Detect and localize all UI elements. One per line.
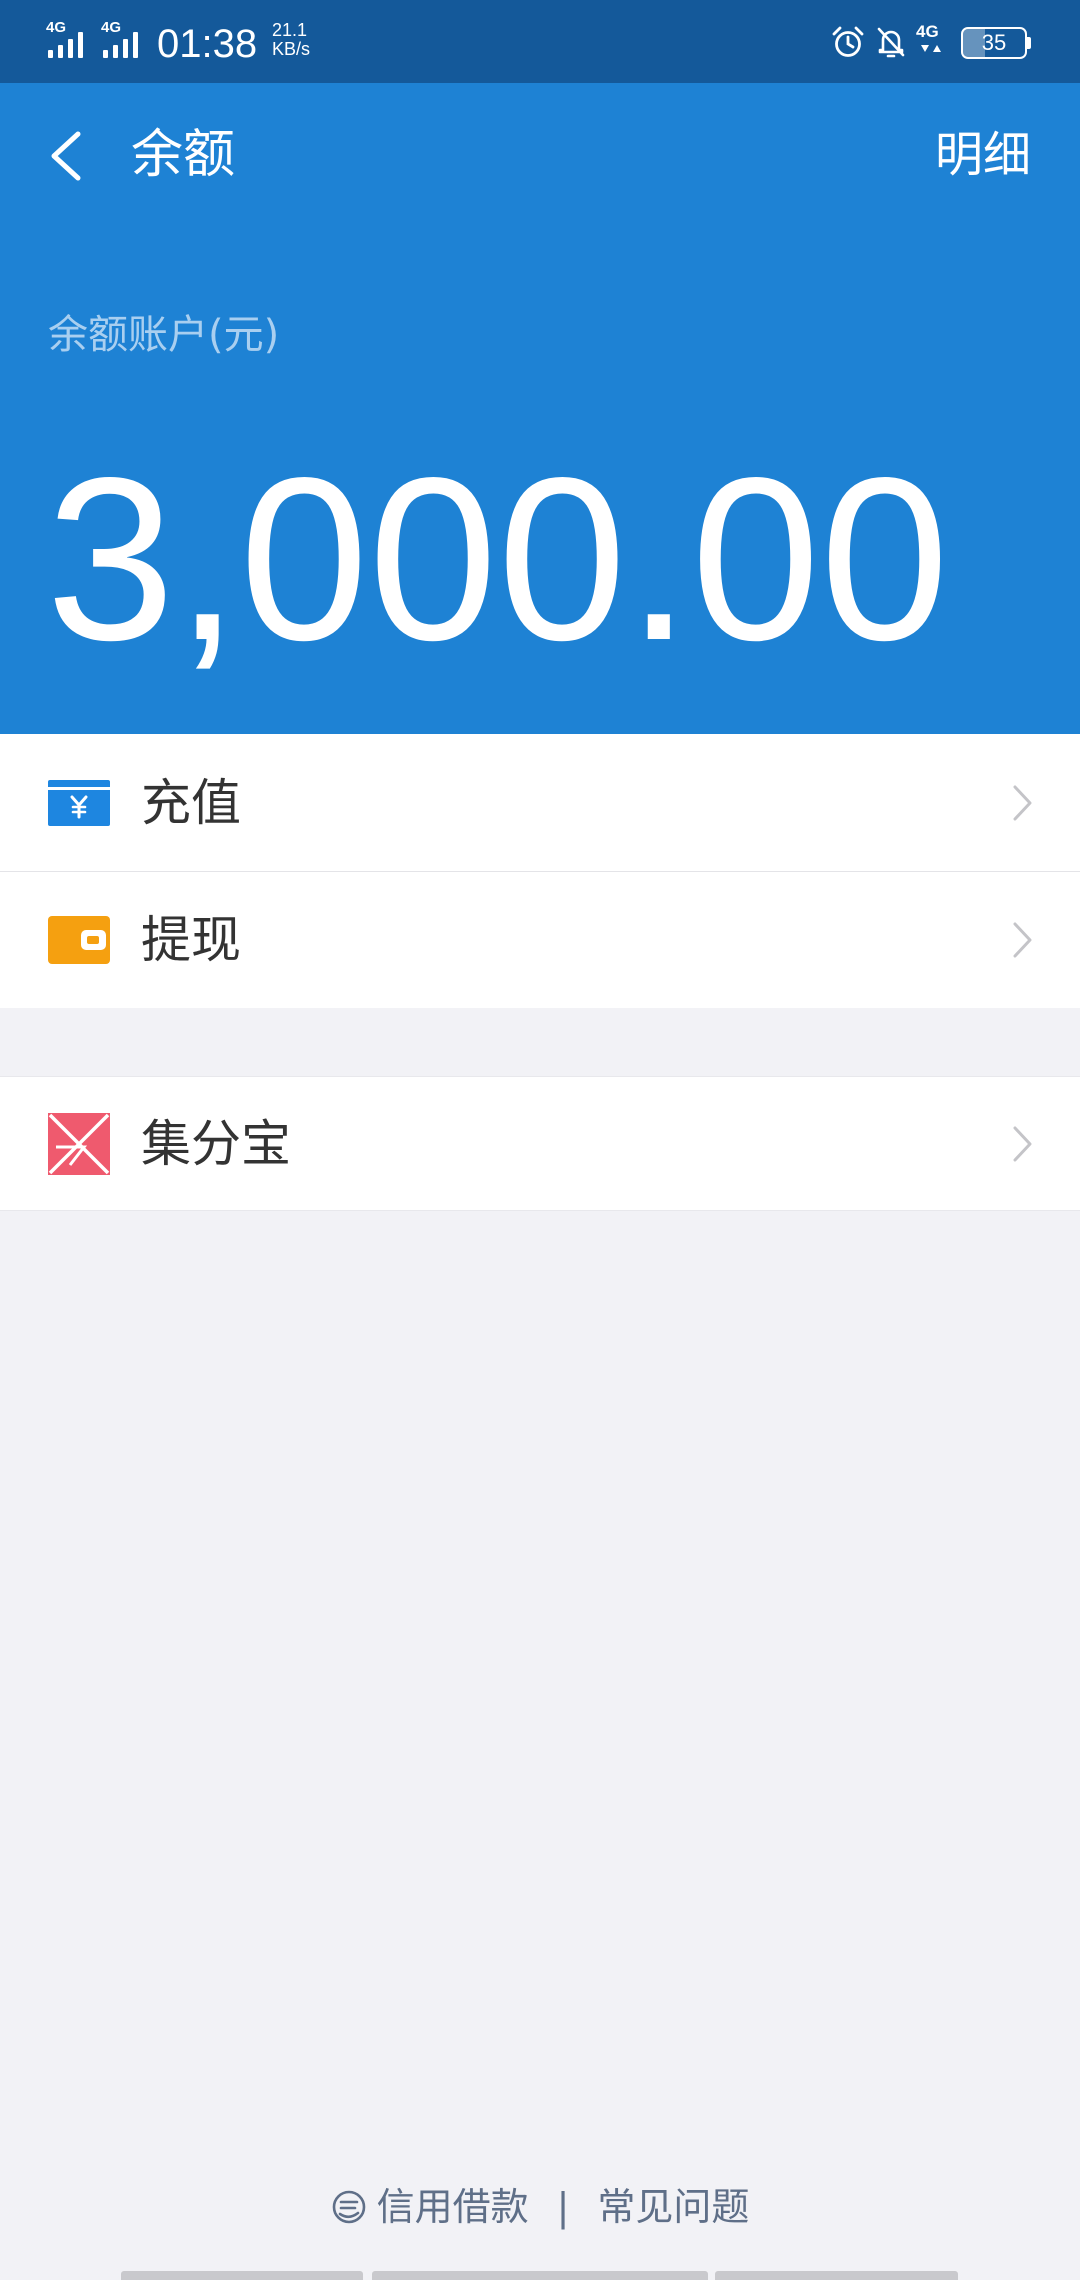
- footer-links: 信用借款 | 常见问题: [0, 2185, 1080, 2229]
- menu-item-label: 提现: [141, 911, 241, 969]
- faq-link[interactable]: 常见问题: [597, 2185, 749, 2229]
- wallet-icon: [48, 916, 110, 964]
- jifenbao-icon: [48, 1112, 110, 1175]
- bottom-panel-edge: [121, 2271, 363, 2280]
- menu-group-funds: 充值 提现: [0, 734, 1080, 1008]
- network-speed: 21.1 KB/s: [272, 21, 310, 59]
- chevron-right-icon: [1010, 920, 1034, 960]
- menu-item-label: 充值: [141, 773, 241, 832]
- battery-level: 35: [981, 30, 1007, 55]
- footer-separator: |: [556, 2185, 570, 2229]
- alarm-icon: [830, 24, 866, 60]
- menu-item-label: 集分宝: [141, 1114, 291, 1173]
- back-button[interactable]: [44, 127, 88, 185]
- menu-item-withdraw[interactable]: 提现: [0, 872, 1080, 1008]
- battery-icon: 35: [961, 27, 1031, 59]
- network-speed-unit: KB/s: [272, 39, 311, 59]
- menu-item-recharge[interactable]: 充值: [0, 734, 1080, 872]
- credit-loan-icon: [331, 2189, 367, 2225]
- chevron-right-icon: [1010, 1124, 1034, 1164]
- signal-icon: 4G: [101, 19, 145, 64]
- bell-off-icon: [874, 24, 908, 60]
- data-arrows-icon: 4G: [915, 22, 951, 60]
- bottom-panel-edge: [715, 2271, 958, 2280]
- menu-item-jifenbao[interactable]: 集分宝: [0, 1077, 1080, 1210]
- balance-header: 余额 明细 余额账户(元) 3,000.00: [0, 83, 1080, 734]
- clock-time: 01:38: [157, 22, 258, 66]
- status-bar: 4G 4G 01:38 21.1 KB/s 4G 35: [0, 0, 1080, 83]
- network-type-label: 4G: [101, 20, 121, 36]
- credit-loan-label: 信用借款: [376, 2185, 529, 2229]
- credit-loan-link[interactable]: 信用借款: [331, 2185, 529, 2229]
- chevron-left-icon: [51, 131, 81, 181]
- balance-label: 余额账户(元): [48, 312, 280, 358]
- balance-amount: 3,000.00: [46, 430, 950, 689]
- signal-icon: 4G: [46, 19, 90, 64]
- bottom-panel-edge: [372, 2271, 708, 2280]
- data-network-label: 4G: [916, 22, 939, 41]
- battery-nub: [1027, 37, 1031, 49]
- menu-group-points: 集分宝: [0, 1076, 1080, 1211]
- network-speed-value: 21.1: [272, 20, 308, 40]
- page-title: 余额: [131, 125, 236, 185]
- detail-link[interactable]: 明细: [935, 131, 1031, 179]
- chevron-right-icon: [1010, 783, 1034, 823]
- network-type-label: 4G: [46, 20, 66, 36]
- recharge-card-icon: [48, 779, 110, 826]
